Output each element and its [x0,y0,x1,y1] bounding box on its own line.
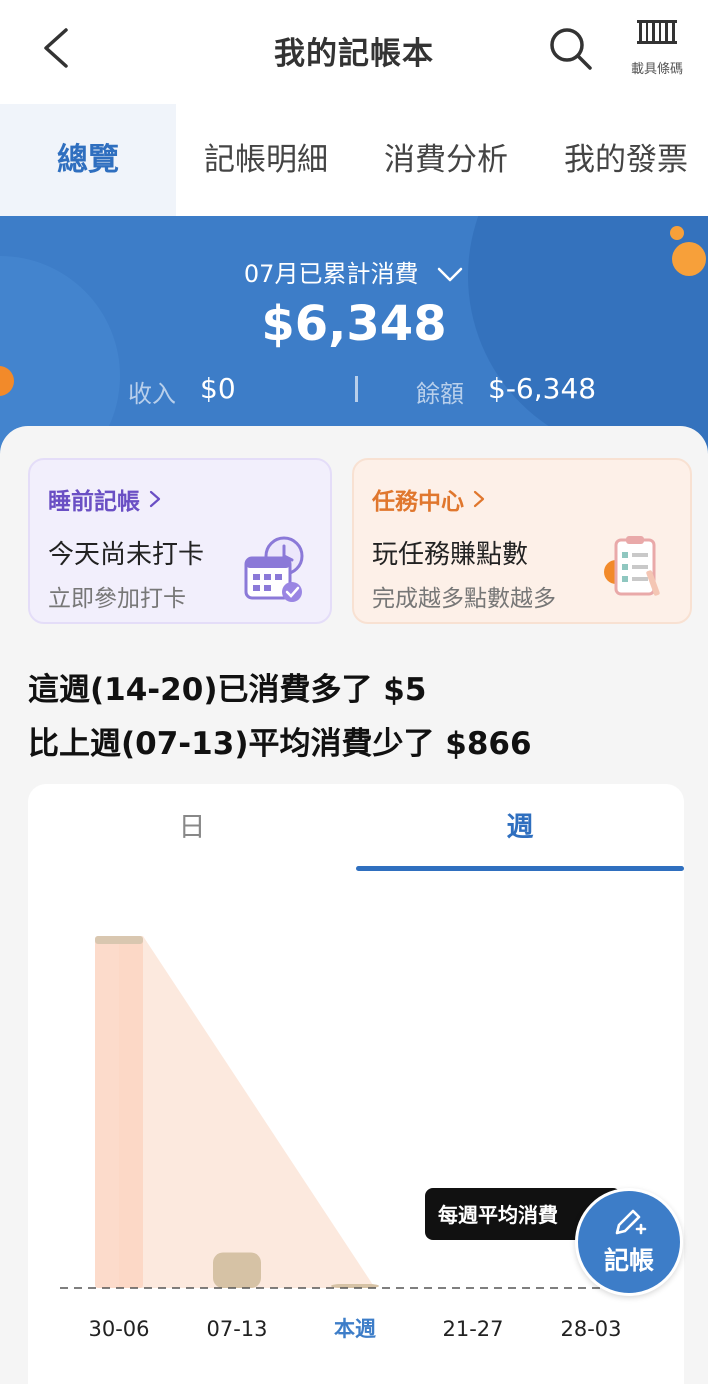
task-center-card[interactable]: 任務中心 玩任務賺點數 完成越多點數越多 [352,458,692,624]
bedtime-checkin-card[interactable]: 睡前記帳 今天尚未打卡 立即參加打卡 [28,458,332,624]
x-tick-label: 28-03 [560,1317,621,1341]
balance-label: 餘額 [416,380,464,408]
carrier-barcode-button[interactable]: 載具條碼 [624,18,690,84]
tab-invoices[interactable]: 我的發票 [536,104,708,216]
weekly-spending-chart: 30-06 07-13 本週 21-27 28-03 每週平均消費 [60,936,648,1341]
main-tabs: 總覽 記帳明細 消費分析 我的發票 [0,104,708,216]
income-label: 收入 [128,380,176,408]
chart-tab-day[interactable]: 日 [28,784,356,872]
add-record-button[interactable]: 記帳 [575,1188,683,1296]
card-title: 任務中心 [372,482,672,516]
chevron-down-icon [437,267,463,282]
app-header: 我的記帳本 載具條碼 [0,0,708,104]
x-tick-label: 本週 [334,1317,376,1341]
month-selector[interactable]: 07月已累計消費 [0,254,708,289]
x-tick-label: 30-06 [88,1317,149,1341]
week-compare-line-2: 比上週(07-13)平均消費少了 $866 [28,726,532,762]
tab-analysis[interactable]: 消費分析 [356,104,536,216]
chevron-right-icon [149,490,161,508]
balance-value: $-6,348 [488,372,597,405]
search-icon[interactable] [546,24,594,72]
chart-tab-week[interactable]: 週 [356,784,684,872]
trend-area [119,936,375,1288]
monthly-total: $6,348 [261,296,447,352]
decoration-dot [670,226,684,240]
bar-07-13 [213,1252,261,1288]
month-label: 07月已累計消費 [243,260,419,288]
bar-30-06 [95,936,143,1288]
divider [355,376,358,402]
average-tooltip-label: 每週平均消費 [438,1203,558,1227]
bar-cap [95,936,143,944]
active-tab-indicator [356,866,684,871]
income-value: $0 [200,372,236,405]
chevron-right-icon [473,490,485,508]
spending-chart-card: 日 週 30-06 07-13 本週 21-27 28-03 每週平均消費 [28,784,684,1384]
barcode-icon [637,20,677,44]
tab-records[interactable]: 記帳明細 [176,104,356,216]
tab-overview[interactable]: 總覽 [0,104,176,216]
edit-pencil-icon [615,1209,647,1235]
page-title: 我的記帳本 [274,36,434,72]
calendar-clock-icon [244,536,304,602]
add-record-label: 記帳 [603,1246,654,1275]
x-tick-label: 07-13 [206,1317,267,1341]
week-compare-line-1: 這週(14-20)已消費多了 $5 [28,672,427,708]
card-title: 睡前記帳 [48,482,312,516]
carrier-label: 載具條碼 [630,62,683,77]
checklist-icon [604,536,660,596]
x-tick-label: 21-27 [442,1317,503,1341]
